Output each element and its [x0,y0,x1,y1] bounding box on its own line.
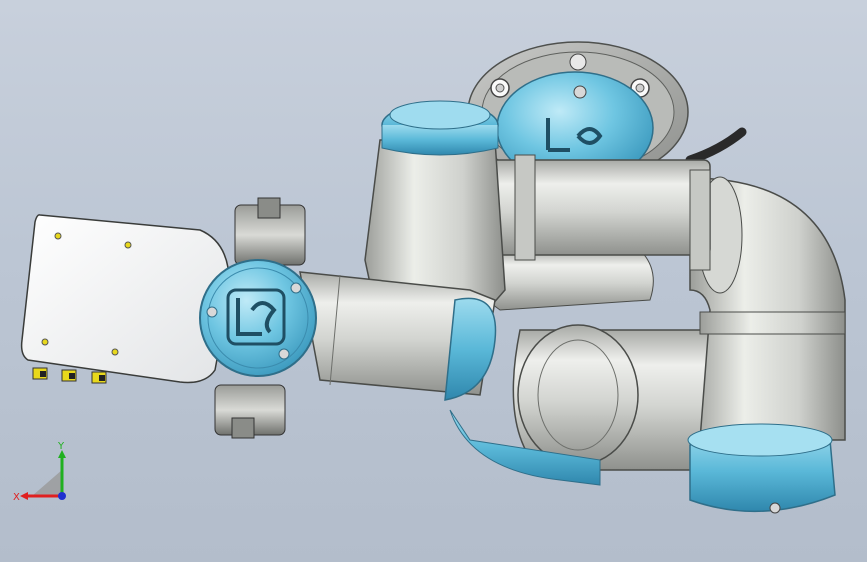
wrist-3-cap [687,423,836,514]
z-axis-icon [58,492,66,500]
wrist-joint-cap [199,259,317,377]
upper-arm-tube [469,154,711,271]
cable [685,127,747,165]
gripper-plate [20,214,230,384]
x-arrow-icon [20,492,28,500]
y-axis-label: Y [57,441,65,452]
triad-plane-icon [32,470,62,496]
x-axis-label: X [13,492,20,503]
elbow-joint [689,176,846,441]
forearm-tube [299,271,497,401]
coordinate-triad[interactable]: Y X [12,440,74,506]
3d-viewport[interactable]: Y X [0,0,867,562]
robot-arm-model[interactable] [0,0,867,562]
